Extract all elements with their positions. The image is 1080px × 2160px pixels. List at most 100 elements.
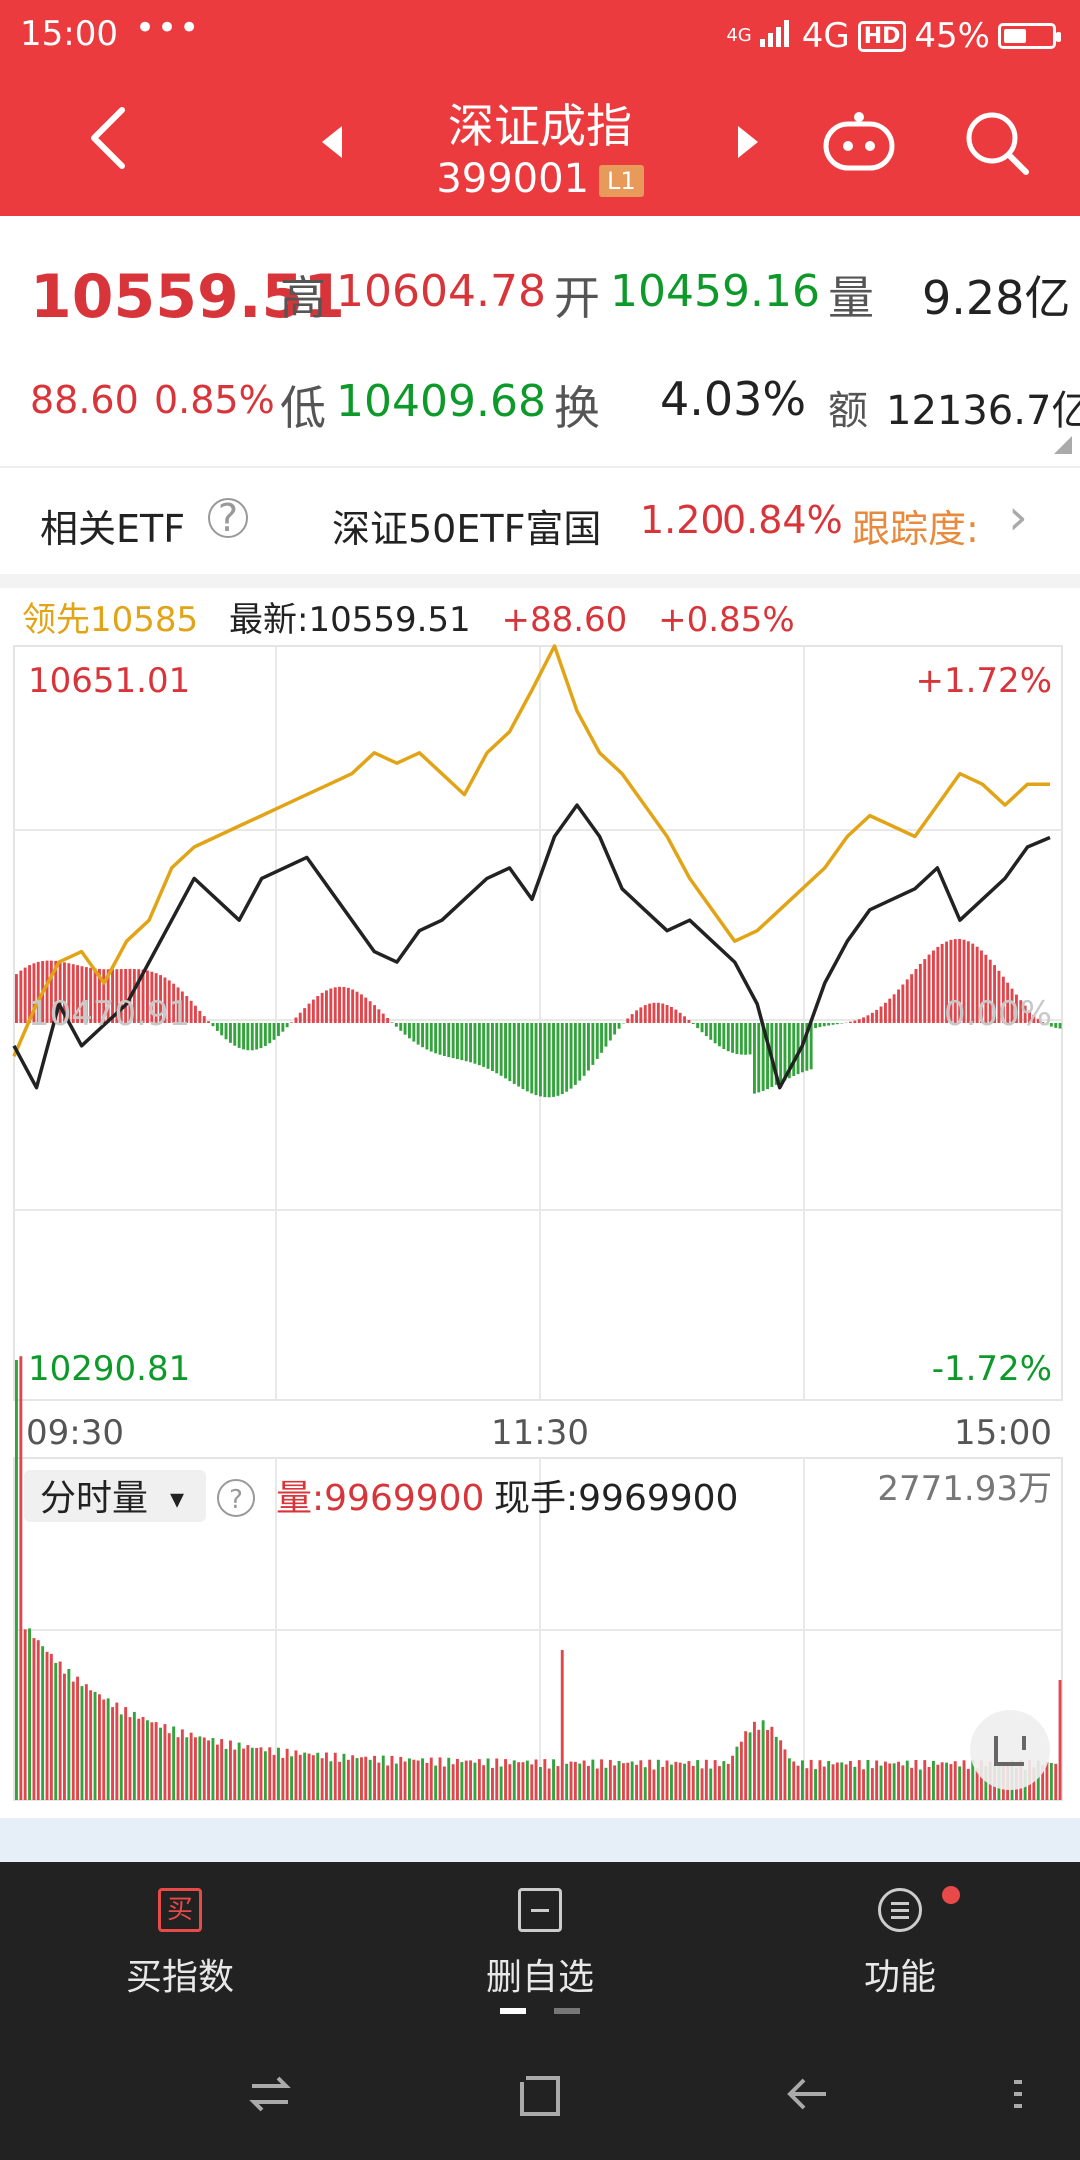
index-code: 399001	[436, 156, 590, 202]
flow-bar	[311, 999, 315, 1023]
flow-bar	[491, 1023, 494, 1071]
back-nav-icon[interactable]	[786, 2074, 830, 2124]
flow-bar	[892, 994, 896, 1023]
chevron-right-icon[interactable]: ›	[1008, 488, 1028, 546]
volume-bar	[622, 1763, 625, 1800]
volume-bar	[172, 1726, 176, 1800]
volume-bar	[910, 1767, 914, 1800]
volume-bar	[429, 1757, 433, 1800]
volume-bar	[766, 1730, 769, 1800]
volume-bar	[525, 1760, 529, 1800]
flow-bar	[910, 974, 914, 1023]
volume-bar	[495, 1758, 499, 1800]
flow-bar	[779, 1023, 783, 1083]
search-icon[interactable]	[964, 110, 1030, 180]
volume-bar	[329, 1761, 333, 1800]
flow-bar	[652, 1002, 656, 1023]
volume-bar	[949, 1764, 953, 1800]
volume-bar	[277, 1747, 280, 1800]
volume-bar	[630, 1761, 634, 1800]
flow-bar	[700, 1023, 704, 1033]
remove-watchlist-label: 删自选	[485, 1957, 594, 1998]
latest-change: +88.60	[501, 600, 628, 640]
volume-bar	[456, 1758, 459, 1800]
flow-bar	[23, 967, 27, 1023]
flow-bar	[194, 1005, 197, 1023]
volume-bar	[844, 1764, 848, 1800]
flow-bar	[683, 1016, 686, 1023]
volume-max: 2771.93万	[877, 1469, 1052, 1509]
volume-bar	[381, 1755, 385, 1800]
menu-dots-icon[interactable]	[1010, 2074, 1026, 2124]
related-etf-row[interactable]: 相关ETF ? 深证50ETF富国 1.20 0.84% 跟踪度: ›	[0, 466, 1080, 576]
page-title: 深证成指	[448, 99, 632, 153]
volume-bar	[338, 1761, 341, 1800]
next-index-icon[interactable]	[736, 124, 760, 164]
flow-bar	[447, 1023, 451, 1058]
volume-bar	[901, 1765, 905, 1800]
volume-bar	[23, 1629, 27, 1800]
flow-bar	[792, 1023, 796, 1076]
back-icon[interactable]	[88, 106, 128, 174]
volume-bar	[137, 1718, 141, 1800]
volume-bar	[569, 1761, 573, 1800]
flow-bar	[368, 1001, 372, 1023]
flow-bar	[277, 1023, 280, 1036]
flow-bar	[897, 989, 900, 1023]
buy-index-label: 买指数	[125, 1957, 234, 1998]
volume-bar	[246, 1745, 250, 1800]
flow-bar	[573, 1023, 577, 1085]
robot-assistant-icon[interactable]	[822, 110, 896, 176]
volume-bar	[141, 1717, 145, 1800]
volume-bar	[661, 1767, 665, 1800]
flow-bar	[325, 990, 328, 1023]
volume-bar	[491, 1767, 494, 1800]
volume-bar	[914, 1760, 918, 1800]
volume-bar	[460, 1762, 464, 1800]
volume-bar	[744, 1731, 748, 1800]
flow-bar	[936, 946, 940, 1023]
remove-watchlist-button[interactable]: 删自选	[440, 1888, 640, 2000]
flow-bar	[207, 1021, 210, 1023]
flow-bar	[853, 1020, 857, 1023]
volume-bar	[316, 1752, 320, 1800]
home-icon[interactable]	[518, 2074, 562, 2128]
flow-bar	[630, 1014, 634, 1023]
volume-bar	[639, 1760, 643, 1800]
flow-bar	[661, 1003, 665, 1023]
volume-bar	[159, 1727, 162, 1800]
volume-bar	[434, 1765, 438, 1800]
flow-bar	[429, 1023, 433, 1052]
volume-bar	[573, 1761, 577, 1800]
function-button[interactable]: 功能	[800, 1886, 1000, 2000]
price-change: 88.60	[30, 378, 139, 422]
volume-bar	[80, 1686, 84, 1800]
volume-bar	[416, 1760, 420, 1800]
latest-price: 最新:10559.51	[228, 600, 471, 640]
flow-bar	[259, 1023, 263, 1049]
flow-bar	[888, 998, 892, 1023]
volume-bar	[355, 1758, 359, 1800]
volume-bar	[774, 1736, 778, 1800]
volume-bar	[801, 1760, 804, 1800]
flow-bar	[822, 1023, 826, 1027]
volume-bar	[626, 1762, 630, 1800]
buy-index-button[interactable]: 买 买指数	[80, 1888, 280, 2000]
expand-corner-icon[interactable]	[1054, 436, 1072, 458]
flow-bar	[399, 1023, 403, 1031]
volume-bar	[106, 1698, 110, 1800]
intraday-chart[interactable]: 10651.01 +1.72% 10470.91 0.00% 10290.81 …	[0, 640, 1080, 1810]
volume-selector: 分时量	[40, 1478, 148, 1519]
volume-bar	[866, 1760, 870, 1800]
volume-bar	[674, 1761, 678, 1800]
help-icon[interactable]: ?	[208, 498, 248, 538]
flow-bar	[338, 986, 341, 1023]
volume-bar	[556, 1766, 560, 1800]
volume-bar	[294, 1750, 298, 1800]
volume-bar	[718, 1766, 721, 1800]
volume-bar	[499, 1766, 503, 1800]
volume-bar	[399, 1756, 403, 1800]
flow-bar	[691, 1023, 695, 1024]
switch-icon[interactable]	[248, 2074, 292, 2124]
volume-bar	[735, 1746, 739, 1800]
